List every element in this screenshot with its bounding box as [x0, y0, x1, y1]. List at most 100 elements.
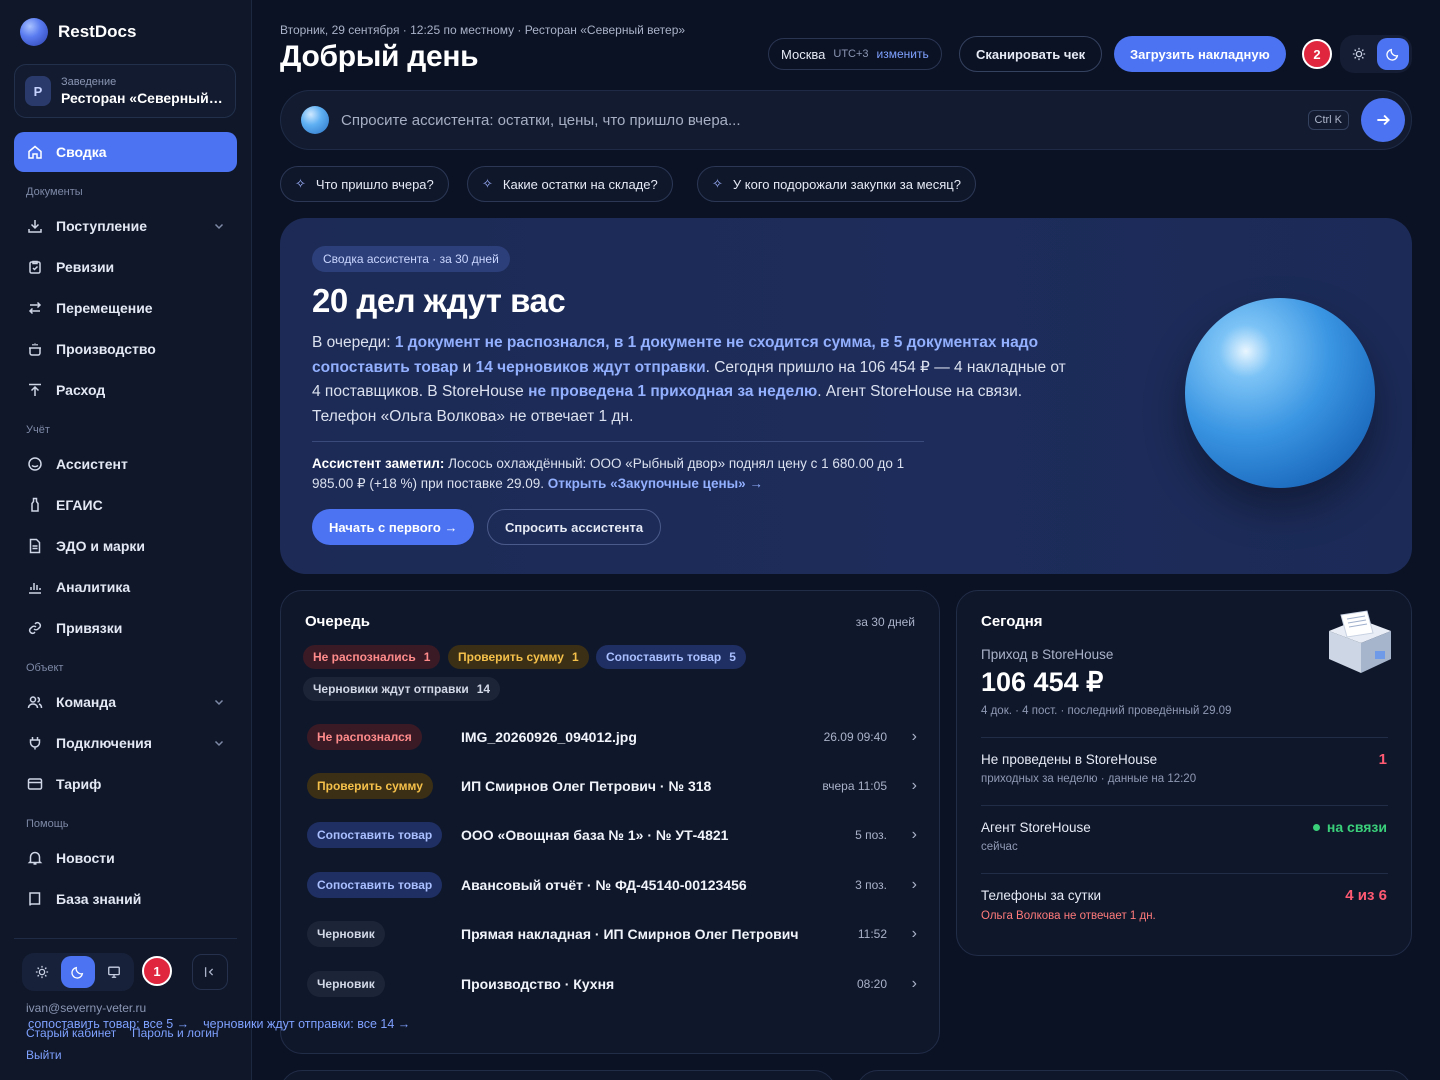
- queue-filter-match-goods[interactable]: Сопоставить товар 5: [596, 645, 746, 669]
- sidebar-item-analytics[interactable]: Аналитика: [14, 569, 237, 605]
- today-card: Сегодня Приход в StoreHouse 106 454 ₽ 4 …: [956, 590, 1412, 956]
- collapse-sidebar-icon[interactable]: [192, 954, 228, 990]
- chevron-right-icon: ›: [911, 975, 917, 992]
- suggestion-chip[interactable]: ✧ У кого подорожали закупки за месяц?: [697, 166, 976, 202]
- timezone-change-link[interactable]: изменить: [877, 47, 929, 61]
- sidebar-item-receipts[interactable]: Поступление: [14, 208, 237, 244]
- sparkle-icon: ✧: [712, 176, 723, 191]
- sidebar-item-bindings[interactable]: Привязки: [14, 610, 237, 646]
- sidebar-item-team[interactable]: Команда: [14, 684, 237, 720]
- sidebar-item-connections[interactable]: Подключения: [14, 725, 237, 761]
- assistant-note-label: Ассистент заметил:: [312, 456, 445, 471]
- chevron-right-icon: ›: [911, 777, 917, 794]
- queue-row[interactable]: Проверить сумму ИП Смирнов Олег Петрович…: [307, 766, 917, 806]
- queue-row-time: 26.09 09:40: [823, 730, 887, 744]
- nav-section-help: Помощь: [26, 818, 69, 830]
- queue-card: Очередь за 30 дней Не распознались 1 Пров…: [280, 590, 940, 1054]
- venue-selector[interactable]: Р Заведение Ресторан «Северный ветер»: [14, 64, 236, 118]
- monitor-icon[interactable]: [97, 956, 131, 988]
- moon-icon[interactable]: [61, 956, 95, 988]
- notification-badge[interactable]: 1: [142, 956, 172, 986]
- sidebar-item-news[interactable]: Новости: [14, 840, 237, 876]
- header-meta: Вторник, 29 сентября · 12:25 по местному…: [280, 23, 686, 37]
- queue-row[interactable]: Сопоставить товар Авансовый отчёт · № ФД…: [307, 865, 917, 905]
- sidebar-item-revisions[interactable]: Ревизии: [14, 249, 237, 285]
- queue-filter-count: 14: [476, 682, 491, 696]
- sidebar-item-egais[interactable]: ЕГАИС: [14, 487, 237, 523]
- sun-icon[interactable]: [25, 956, 59, 988]
- nav-section-object: Объект: [26, 662, 64, 674]
- scan-receipt-button[interactable]: Сканировать чек: [959, 36, 1103, 72]
- sun-icon[interactable]: [1343, 38, 1375, 70]
- queue-row[interactable]: Не распознался IMG_20260926_094012.jpg 2…: [307, 717, 917, 757]
- ask-assistant-button[interactable]: Спросить ассистента: [487, 509, 662, 545]
- phones-sub: Ольга Волкова не отвечает 1 дн.: [981, 910, 1156, 922]
- pot-icon: [26, 340, 44, 358]
- sidebar-item-label: Расход: [56, 382, 106, 398]
- summary-highlight[interactable]: не проведена 1 приходная за неделю: [528, 383, 817, 400]
- drafts-all-link[interactable]: черновики ждут отправки: все 14 →: [203, 1017, 410, 1031]
- chevron-right-icon: ›: [911, 728, 917, 745]
- sidebar: RestDocs Р Заведение Ресторан «Северный …: [0, 0, 252, 1080]
- queue-row[interactable]: Черновик Производство · Кухня 08:20 ›: [307, 964, 917, 1004]
- sidebar-item-transfer[interactable]: Перемещение: [14, 290, 237, 326]
- phones-label: Телефоны за сутки: [981, 888, 1102, 903]
- notification-badge[interactable]: 2: [1302, 39, 1332, 69]
- assistant-search-input[interactable]: [341, 111, 1308, 129]
- chevron-right-icon: ›: [911, 826, 917, 843]
- divider: [981, 805, 1388, 806]
- sidebar-item-expense[interactable]: Расход: [14, 372, 237, 408]
- brand[interactable]: RestDocs: [20, 18, 136, 46]
- header-theme-switcher: [1340, 35, 1412, 73]
- queue-filter-count: 5: [729, 650, 736, 664]
- sidebar-item-production[interactable]: Производство: [14, 331, 237, 367]
- queue-row-name: ООО «Овощная база № 1» · № УТ-4821: [461, 827, 729, 843]
- suggestion-chip[interactable]: ✧ Что пришло вчера?: [280, 166, 449, 202]
- upload-invoice-button[interactable]: Загрузить накладную: [1114, 36, 1286, 72]
- venue-avatar: Р: [25, 76, 51, 106]
- bottom-card-right: [856, 1070, 1412, 1080]
- sidebar-item-label: Подключения: [56, 735, 152, 751]
- suggestion-chip[interactable]: ✧ Какие остатки на складе?: [467, 166, 673, 202]
- sidebar-divider: [14, 938, 237, 939]
- summary-text-part: В очереди:: [312, 334, 395, 351]
- queue-row-time: вчера 11:05: [822, 779, 887, 793]
- queue-row-name: Авансовый отчёт · № ФД-45140-00123456: [461, 877, 747, 893]
- download-icon: [26, 217, 44, 235]
- summary-tag: Сводка ассистента · за 30 дней: [312, 246, 510, 272]
- logout-link[interactable]: Выйти: [26, 1048, 62, 1062]
- queue-row[interactable]: Сопоставить товар ООО «Овощная база № 1»…: [307, 815, 917, 855]
- nav-section-accounting: Учёт: [26, 424, 50, 436]
- submit-arrow-icon[interactable]: [1361, 98, 1405, 142]
- venue-name: Ресторан «Северный ветер»: [61, 90, 225, 106]
- summary-title: 20 дел ждут вас: [312, 282, 566, 319]
- queue-row[interactable]: Черновик Прямая накладная · ИП Смирнов О…: [307, 914, 917, 954]
- summary-highlight[interactable]: 14 черновиков ждут отправки: [476, 359, 706, 376]
- sidebar-item-knowledge-base[interactable]: База знаний: [14, 881, 237, 917]
- match-goods-all-link[interactable]: сопоставить товар: все 5 →: [28, 1017, 189, 1031]
- sidebar-item-label: Тариф: [56, 776, 102, 792]
- summary-divider: [312, 441, 924, 442]
- sidebar-item-label: База знаний: [56, 891, 142, 907]
- queue-filter-unrecognized[interactable]: Не распознались 1: [303, 645, 441, 669]
- timezone-offset: UTC+3: [833, 48, 869, 60]
- start-first-button[interactable]: Начать с первого →: [312, 509, 475, 545]
- queue-filter-check-sum[interactable]: Проверить сумму 1: [448, 645, 589, 669]
- sidebar-item-tariff[interactable]: Тариф: [14, 766, 237, 802]
- queue-filter-drafts[interactable]: Черновики ждут отправки 14: [303, 677, 501, 701]
- queue-filter-count: 1: [571, 650, 579, 664]
- credit-card-icon: [26, 775, 44, 793]
- book-icon: [26, 890, 44, 908]
- queue-filter-label: Не распознались: [313, 650, 416, 664]
- queue-title: Очередь: [305, 613, 370, 630]
- page-title: Добрый день: [280, 40, 479, 73]
- purchase-prices-link[interactable]: Открыть «Закупочные цены» →: [548, 476, 763, 491]
- sidebar-item-label: ЕГАИС: [56, 497, 103, 513]
- sidebar-item-assistant[interactable]: Ассистент: [14, 446, 237, 482]
- sidebar-item-summary[interactable]: Сводка: [14, 132, 237, 172]
- queue-row-name: Производство · Кухня: [461, 976, 615, 992]
- sidebar-item-edo[interactable]: ЭДО и марки: [14, 528, 237, 564]
- unposted-label: Не проведены в StoreHouse: [981, 752, 1158, 767]
- moon-icon[interactable]: [1377, 38, 1409, 70]
- queue-filter-label: Проверить сумму: [458, 650, 564, 664]
